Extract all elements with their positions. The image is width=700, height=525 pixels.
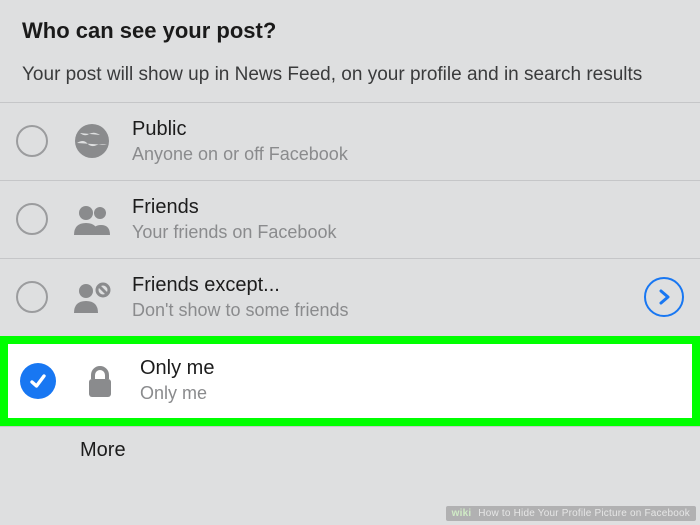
radio-unchecked-icon (16, 281, 48, 313)
lock-icon (78, 359, 122, 403)
option-title: Public (132, 117, 684, 141)
radio-checked-icon (20, 363, 56, 399)
option-only-me[interactable]: Only me Only me (0, 336, 700, 426)
privacy-options-list: Public Anyone on or off Facebook Friends… (0, 102, 700, 470)
option-title: Only me (140, 356, 680, 380)
radio-unchecked-icon (16, 203, 48, 235)
option-friends[interactable]: Friends Your friends on Facebook (0, 180, 700, 258)
watermark: wiki How to Hide Your Profile Picture on… (446, 506, 696, 521)
option-labels: Friends except... Don't show to some fri… (132, 273, 636, 322)
option-labels: Friends Your friends on Facebook (132, 195, 684, 244)
page-subtitle: Your post will show up in News Feed, on … (22, 62, 678, 88)
option-title: Friends (132, 195, 684, 219)
globe-icon (70, 119, 114, 163)
option-sub: Don't show to some friends (132, 299, 636, 322)
friends-icon (70, 197, 114, 241)
radio-unchecked-icon (16, 125, 48, 157)
page-title: Who can see your post? (22, 18, 678, 44)
option-labels: Public Anyone on or off Facebook (132, 117, 684, 166)
option-labels: Only me Only me (140, 356, 680, 405)
option-friends-except[interactable]: Friends except... Don't show to some fri… (0, 258, 700, 336)
more-label: More (80, 439, 126, 462)
option-sub: Your friends on Facebook (132, 221, 684, 244)
option-public[interactable]: Public Anyone on or off Facebook (0, 102, 700, 180)
friends-except-icon (70, 275, 114, 319)
option-sub: Only me (140, 382, 680, 405)
option-more[interactable]: More (0, 426, 700, 470)
watermark-text: How to Hide Your Profile Picture on Face… (478, 508, 690, 519)
watermark-brand: wiki (452, 508, 472, 519)
chevron-right-icon[interactable] (644, 277, 684, 317)
option-title: Friends except... (132, 273, 636, 297)
option-sub: Anyone on or off Facebook (132, 143, 684, 166)
header: Who can see your post? Your post will sh… (0, 0, 700, 102)
